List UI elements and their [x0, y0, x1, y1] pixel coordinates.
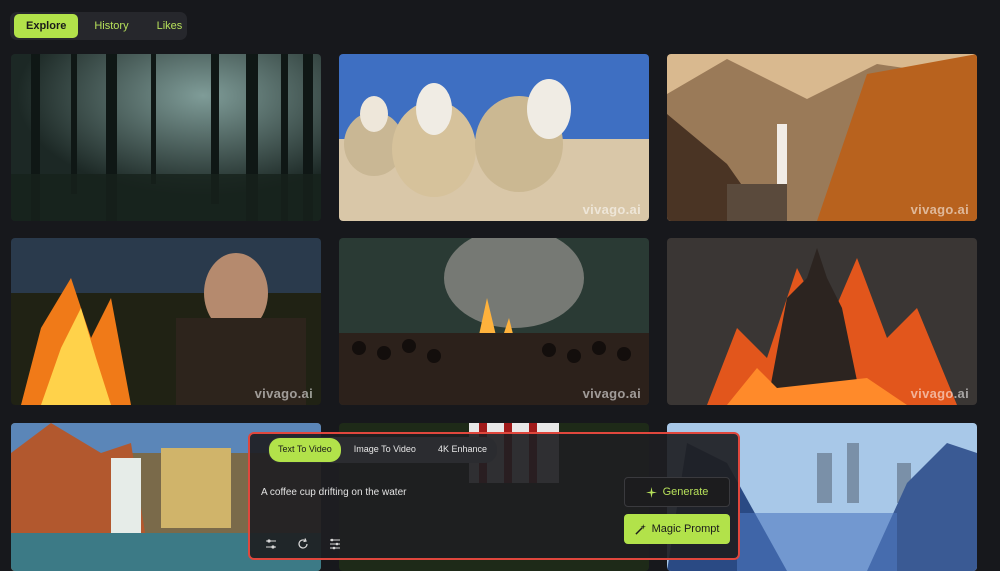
generate-button[interactable]: Generate — [624, 477, 730, 507]
gallery-item-bonfire-crowd[interactable]: vivago.ai — [339, 238, 649, 405]
magic-prompt-button[interactable]: Magic Prompt — [624, 514, 730, 544]
tab-history[interactable]: History — [82, 14, 140, 38]
gallery-item-canyon[interactable]: vivago.ai — [667, 54, 977, 221]
mode-tabs: Text To Video Image To Video 4K Enhance — [268, 437, 497, 463]
watermark: vivago.ai — [254, 386, 313, 401]
view-tabs: Explore History Likes — [10, 12, 187, 40]
watermark: vivago.ai — [582, 202, 641, 217]
canyon-image — [667, 54, 977, 221]
bonfire-crowd-image — [339, 238, 649, 405]
magic-wand-icon — [634, 523, 646, 535]
gallery-item-campfire[interactable]: vivago.ai — [11, 238, 321, 405]
tab-image-to-video[interactable]: Image To Video — [345, 438, 425, 462]
prompt-input[interactable]: A coffee cup drifting on the water — [261, 487, 406, 498]
forest-image — [11, 54, 321, 221]
tab-text-to-video[interactable]: Text To Video — [269, 438, 341, 462]
generate-label: Generate — [662, 486, 709, 498]
sparkle-icon — [645, 486, 657, 498]
gallery-item-forest[interactable]: vivago.ai — [11, 54, 321, 221]
settings-icon[interactable] — [329, 538, 341, 550]
tab-likes[interactable]: Likes — [145, 14, 195, 38]
tab-explore[interactable]: Explore — [14, 14, 79, 38]
burning-castle-image — [667, 238, 977, 405]
sliders-icon[interactable] — [265, 538, 277, 550]
watermark: vivago.ai — [582, 386, 641, 401]
campfire-image — [11, 238, 321, 405]
magic-prompt-label: Magic Prompt — [651, 523, 720, 535]
gallery-item-burning-castle[interactable]: vivago.ai — [667, 238, 977, 405]
sheep-image — [339, 54, 649, 221]
refresh-icon[interactable] — [297, 538, 309, 550]
gallery-item-sheep[interactable]: vivago.ai — [339, 54, 649, 221]
prompt-panel: Text To Video Image To Video 4K Enhance … — [248, 432, 740, 560]
watermark: vivago.ai — [910, 386, 969, 401]
prompt-tools — [265, 538, 341, 550]
watermark: vivago.ai — [910, 202, 969, 217]
tab-4k-enhance[interactable]: 4K Enhance — [429, 438, 496, 462]
